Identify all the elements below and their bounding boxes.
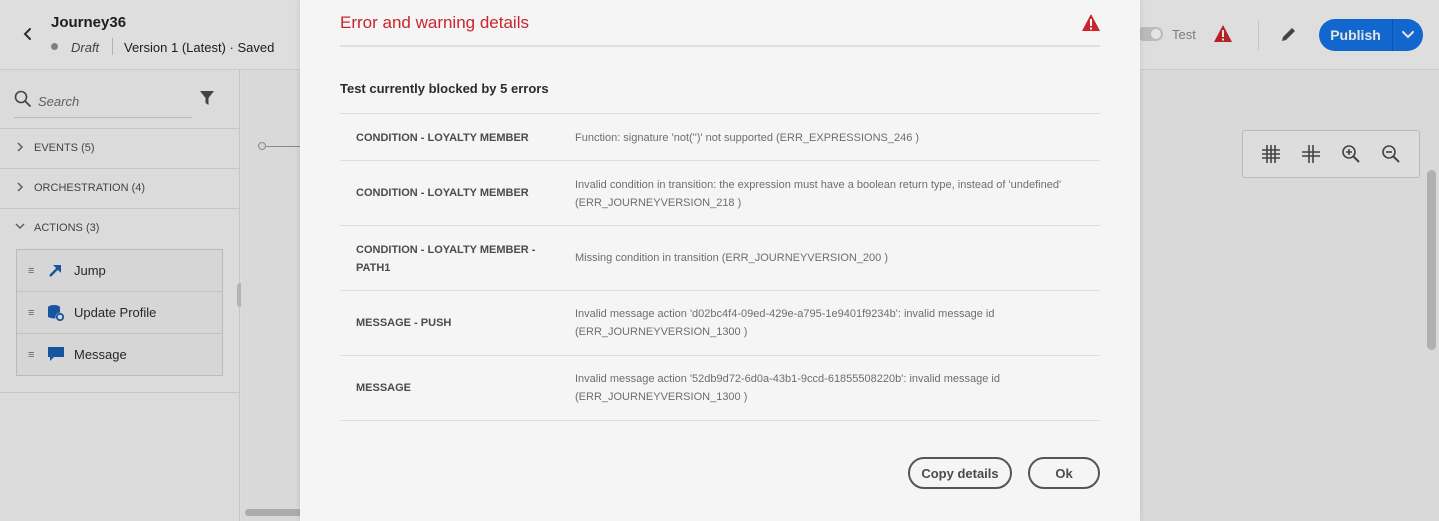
error-message: Invalid message action '52db9d72-6d0a-43… bbox=[575, 373, 1000, 403]
error-summary: Test currently blocked by 5 errors bbox=[340, 81, 549, 96]
ok-button[interactable]: Ok bbox=[1028, 457, 1100, 489]
copy-details-button[interactable]: Copy details bbox=[908, 457, 1012, 489]
error-table: CONDITION - LOYALTY MEMBER Function: sig… bbox=[340, 113, 1100, 421]
table-row: CONDITION - LOYALTY MEMBER Function: sig… bbox=[340, 114, 1100, 161]
error-source: CONDITION - LOYALTY MEMBER bbox=[356, 187, 529, 199]
error-message: Missing condition in transition (ERR_JOU… bbox=[575, 252, 889, 264]
dialog-divider bbox=[340, 45, 1100, 47]
table-row: CONDITION - LOYALTY MEMBER - PATH1 Missi… bbox=[340, 226, 1100, 291]
alert-icon bbox=[1081, 13, 1101, 37]
error-message: Function: signature 'not('')' not suppor… bbox=[575, 132, 920, 144]
error-details-dialog: Error and warning details Test currently… bbox=[300, 0, 1140, 521]
error-message: Invalid message action 'd02bc4f4-09ed-42… bbox=[575, 308, 995, 338]
error-message: Invalid condition in transition: the exp… bbox=[575, 179, 1062, 209]
dialog-title: Error and warning details bbox=[340, 13, 529, 32]
error-source: CONDITION - LOYALTY MEMBER - PATH1 bbox=[356, 244, 536, 274]
table-row: MESSAGE Invalid message action '52db9d72… bbox=[340, 356, 1100, 421]
table-row: CONDITION - LOYALTY MEMBER Invalid condi… bbox=[340, 161, 1100, 226]
error-source: MESSAGE - PUSH bbox=[356, 317, 452, 329]
error-source: CONDITION - LOYALTY MEMBER bbox=[356, 132, 529, 144]
table-row: MESSAGE - PUSH Invalid message action 'd… bbox=[340, 291, 1100, 356]
error-source: MESSAGE bbox=[356, 382, 412, 394]
